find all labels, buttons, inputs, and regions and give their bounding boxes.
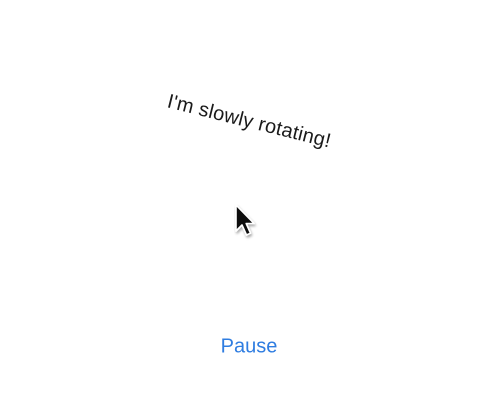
mouse-cursor-icon [234,204,260,242]
rotating-text: I'm slowly rotating! [165,90,334,153]
pause-button[interactable]: Pause [211,332,288,363]
